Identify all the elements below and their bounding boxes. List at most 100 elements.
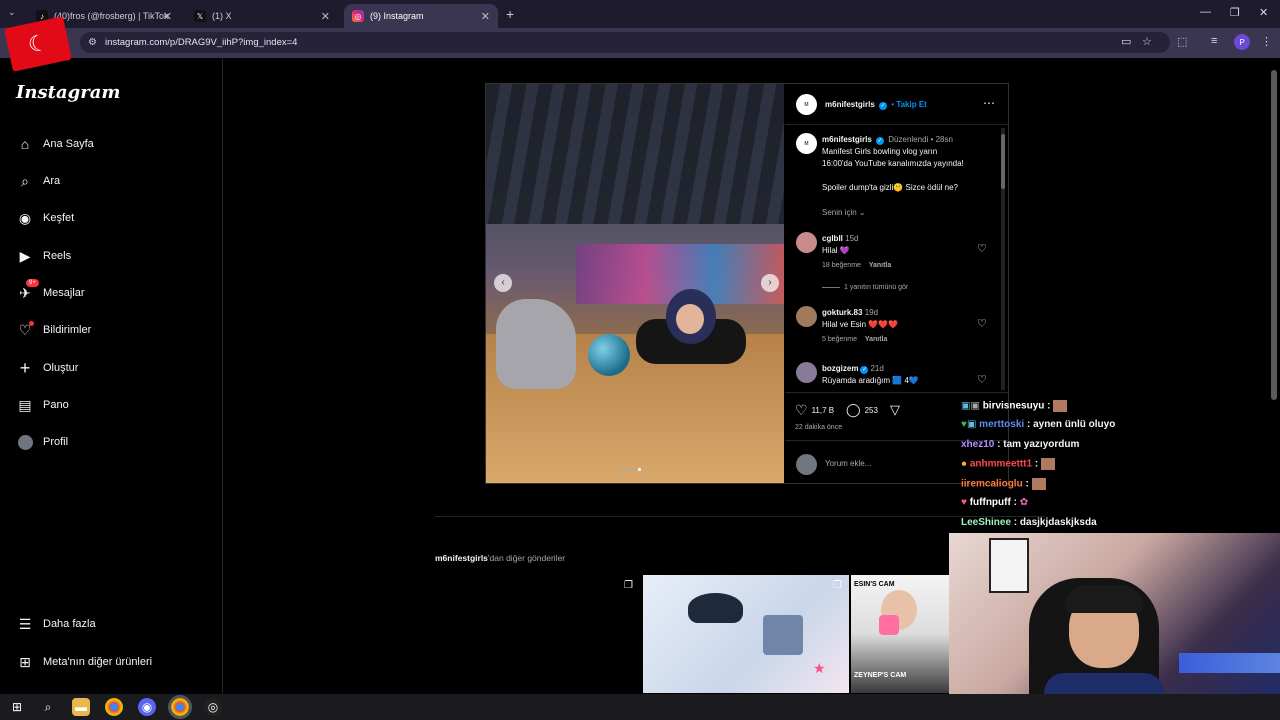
posted-ago: 22 dakika önce [795,424,843,431]
nav-create[interactable]: + Oluştur [16,358,79,378]
add-comment-input[interactable]: Yorum ekle... [825,459,871,468]
share-icon[interactable]: ▽ [890,402,900,418]
nav-label: Meta'nın diğer ürünleri [43,656,153,668]
commenter-avatar[interactable] [796,306,817,327]
author-avatar[interactable]: M [796,94,817,115]
chat-username: xhez10 [961,439,995,450]
caption-avatar[interactable]: M [796,133,817,154]
menu-dots-icon[interactable]: ⋮ [1261,35,1272,48]
more-post-thumb[interactable]: ESIN'S CAM ZEYNEP'S CAM [851,575,949,693]
obs-icon[interactable]: ◎ [204,698,222,716]
for-you-toggle[interactable]: Senin için ⌄ [822,208,866,217]
like-action[interactable]: ♡ 11,7 B [795,402,834,419]
tab-instagram[interactable]: ◎ (9) Instagram ✕ [344,4,498,28]
mug [879,615,899,635]
nav-reels[interactable]: ▶ Reels [16,247,72,265]
chat-username: LeeShinee [961,517,1012,528]
chat-message: : [1032,458,1039,470]
cap-item [688,593,743,623]
nav-explore[interactable]: ◉ Keşfet [16,209,74,227]
nav-home[interactable]: ⌂ Ana Sayfa [16,135,94,153]
nav-label: Keşfet [43,212,75,224]
chat-username: birvisnesuyu [982,400,1045,412]
bookmark-star-icon[interactable]: ☆ [1142,35,1152,48]
prev-image-icon[interactable]: ‹ [494,274,512,292]
minimize-icon[interactable]: — [1200,6,1211,18]
separator: • [891,100,895,109]
close-tab-icon[interactable]: ✕ [163,10,172,23]
windows-taskbar [0,694,1280,720]
restore-icon[interactable]: ❐ [1230,6,1240,19]
more-post-thumb[interactable]: ★ ❐ [643,575,849,693]
windows-start-icon[interactable]: ⊞ [8,698,26,716]
chat-username: anhmmeettt1 [969,458,1033,470]
reply-link[interactable]: Yanıtla [869,262,892,269]
avatar [16,433,34,451]
follow-button[interactable]: Takip Et [896,100,927,109]
compass-icon: ◉ [18,209,32,226]
nav-label: Daha fazla [43,618,96,630]
commenter-avatar[interactable] [796,362,817,383]
comment-username[interactable]: gokturk.83 [822,308,862,317]
media-icon[interactable]: ≡ [1211,35,1217,47]
discord-icon[interactable]: ◉ [138,698,156,716]
carousel-dots [620,468,647,471]
nav-more[interactable]: ☰ Daha fazla [16,615,96,633]
new-tab-icon[interactable]: + [506,6,514,22]
cast-icon[interactable]: ▭ [1121,35,1131,48]
nav-meta-products[interactable]: ⊞ Meta'nın diğer ürünleri [16,653,152,671]
close-window-icon[interactable]: ✕ [1259,6,1268,19]
comment-text: Hilal ve Esin ❤️❤️❤️ [822,320,899,329]
like-comment-icon[interactable]: ♡ [977,373,987,386]
comment-username[interactable]: bozgizem [822,364,858,373]
nav-search[interactable]: ⌕ Ara [16,172,60,190]
carousel-indicator-icon: ❐ [624,580,633,591]
extensions-icon[interactable]: ⬚ [1177,35,1187,48]
profile-avatar[interactable]: P [1234,34,1250,50]
reply-link[interactable]: Yanıtla [865,336,888,343]
page-scrollbar[interactable] [1271,70,1277,400]
tab-title: (9) Instagram [370,11,424,21]
chat-line: LeeShinee : dasjkjdaskjksda [961,517,1097,528]
close-tab-icon[interactable]: ✕ [481,10,490,23]
nav-messages[interactable]: ✈ 9+ Mesajlar [16,279,85,302]
commenter-avatar[interactable] [796,232,817,253]
comment-likes[interactable]: 18 beğenme [822,262,861,269]
thumb-caption: ESIN'S CAM [854,581,895,588]
chrome-icon[interactable] [105,698,123,716]
next-image-icon[interactable]: › [761,274,779,292]
dashboard-icon: ▤ [18,396,32,413]
caption-username[interactable]: m6nifestgirls [822,135,872,144]
meta-products-icon: ⊞ [19,653,31,670]
comment-likes[interactable]: 5 beğenme [822,336,857,343]
wall-poster [989,538,1029,593]
more-posts-suffix: 'dan diğer gönderiler [487,553,566,563]
instagram-logo[interactable]: Instagram [16,82,120,103]
like-comment-icon[interactable]: ♡ [977,317,987,330]
comment-username[interactable]: cglbll [822,234,843,243]
like-comment-icon[interactable]: ♡ [977,242,987,255]
nav-profile[interactable]: Profil [16,433,68,451]
file-explorer-icon[interactable]: ▬ [72,698,90,716]
message-count-badge: 9+ [26,279,39,287]
nav-dashboard[interactable]: ▤ Pano [16,396,68,414]
comments-scrollbar[interactable] [1001,128,1005,390]
close-tab-icon[interactable]: ✕ [321,10,330,23]
person-face [676,304,704,334]
tab-x[interactable]: 𝕏 (1) X ✕ [186,4,338,28]
more-options-icon[interactable]: ⋯ [983,96,995,110]
post-photo[interactable]: ‹ › [486,84,784,483]
comment: gokturk.83 19d Hilal ve Esin ❤️❤️❤️ [822,307,898,331]
view-replies[interactable]: 1 yanıtın tümünü gör [822,284,908,291]
star-sticker: ★ [813,660,826,676]
comment-action[interactable]: ◯ 253 [846,402,878,418]
nav-notifications[interactable]: ♡ Bildirimler [16,321,91,339]
author-username[interactable]: m6nifestgirls [825,100,875,109]
search-icon[interactable]: ⌕ [39,698,57,716]
address-bar[interactable]: ⚙ instagram.com/p/DRAG9V_iihP?img_index=… [80,32,1170,53]
site-info-icon[interactable]: ⚙ [88,37,97,48]
tab-search-icon[interactable]: ⌄ [8,7,16,18]
more-posts-username[interactable]: m6nifestgirls [435,553,488,563]
chat-username: iiremcalioglu [961,478,1023,490]
chrome-active-icon[interactable] [168,695,192,719]
